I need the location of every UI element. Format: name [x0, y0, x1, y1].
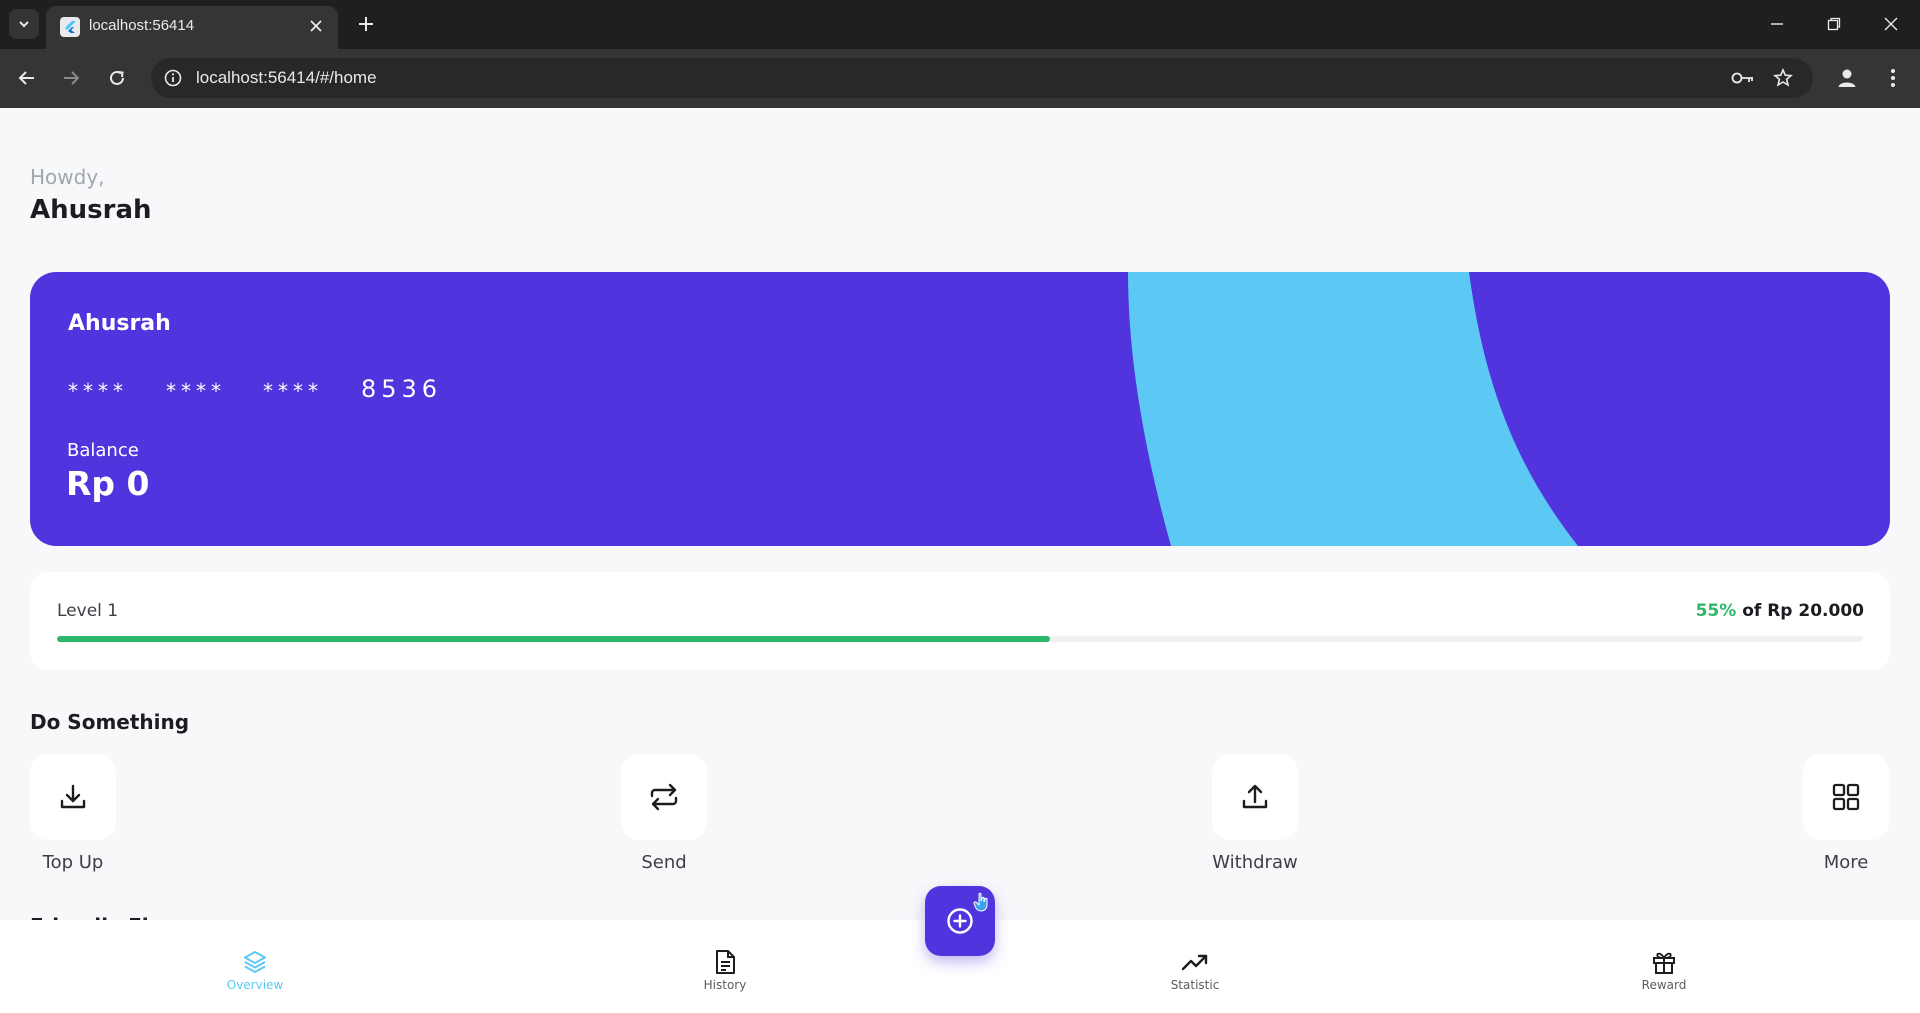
balance-label: Balance: [67, 440, 139, 461]
grid-icon: [1832, 783, 1860, 811]
reload-button[interactable]: [102, 63, 132, 93]
chevron-down-icon: [19, 21, 29, 28]
address-bar[interactable]: localhost:56414/#/home: [151, 58, 1813, 98]
more-button[interactable]: [1803, 754, 1889, 840]
tab-close-button[interactable]: [306, 16, 326, 36]
nav-reward[interactable]: Reward: [1594, 948, 1734, 992]
tab-title: localhost:56414: [89, 17, 195, 34]
top-up-action[interactable]: Top Up: [13, 754, 133, 873]
close-window-button[interactable]: [1876, 10, 1906, 38]
tab-search-button[interactable]: [9, 9, 39, 39]
top-up-button[interactable]: [30, 754, 116, 840]
site-info-icon[interactable]: [162, 67, 184, 89]
send-label: Send: [641, 852, 687, 873]
withdraw-button[interactable]: [1212, 754, 1298, 840]
browser-toolbar: localhost:56414/#/home: [0, 49, 1920, 108]
send-action[interactable]: Send: [604, 754, 724, 873]
new-tab-button[interactable]: [352, 10, 380, 38]
withdraw-label: Withdraw: [1212, 852, 1298, 873]
nav-history-label: History: [703, 978, 747, 992]
close-icon: [1884, 17, 1898, 31]
level-progress-track: [57, 636, 1863, 642]
arrow-left-icon: [18, 71, 34, 85]
level-percent: 55%: [1695, 601, 1737, 621]
layers-icon: [244, 951, 266, 973]
balance-amount: Rp 0: [66, 464, 150, 503]
forward-button[interactable]: [56, 63, 86, 93]
card-number-group: ****: [68, 379, 128, 403]
browser-tab[interactable]: localhost:56414: [46, 6, 338, 49]
card-number-group: ****: [263, 379, 323, 403]
nav-history[interactable]: History: [655, 948, 795, 992]
nav-statistic[interactable]: Statistic: [1125, 948, 1265, 992]
balance-card[interactable]: Ahusrah **** **** **** 8536 Balance Rp 0: [30, 272, 1890, 546]
nav-reward-label: Reward: [1641, 978, 1687, 992]
nav-statistic-label: Statistic: [1170, 978, 1220, 992]
profile-button[interactable]: [1832, 63, 1862, 93]
gift-icon: [1653, 952, 1675, 974]
restore-icon: [1827, 17, 1841, 31]
nav-overview-label: Overview: [226, 978, 284, 992]
transfer-icon: [650, 783, 678, 811]
level-target: 55% of Rp 20.000: [1696, 601, 1864, 621]
greeting-text: Howdy,: [30, 165, 105, 189]
upload-icon: [1242, 784, 1268, 809]
app-page: Howdy, Ahusrah Ahusrah **** **** **** 85…: [0, 108, 1920, 1013]
card-holder-name: Ahusrah: [68, 311, 171, 336]
back-button[interactable]: [12, 63, 42, 93]
card-number-last-digits: 8536: [361, 375, 443, 403]
minimize-button[interactable]: [1762, 10, 1792, 38]
account-icon: [1838, 69, 1856, 87]
user-name: Ahusrah: [30, 195, 152, 225]
document-icon: [716, 950, 735, 974]
more-label: More: [1823, 852, 1869, 873]
url-text[interactable]: localhost:56414/#/home: [196, 68, 377, 88]
do-something-title: Do Something: [30, 710, 190, 734]
nav-overview[interactable]: Overview: [185, 948, 325, 992]
card-number-group: ****: [166, 379, 226, 403]
plus-circle-icon: [947, 908, 973, 934]
plus-icon: [359, 17, 373, 31]
browser-menu-button[interactable]: [1878, 63, 1908, 93]
arrow-right-icon: [64, 71, 80, 85]
trending-up-icon: [1181, 954, 1208, 971]
minimize-icon: [1771, 23, 1783, 25]
flutter-favicon-icon: [60, 17, 80, 37]
close-icon: [310, 20, 322, 32]
reload-icon: [110, 70, 124, 85]
withdraw-action[interactable]: Withdraw: [1195, 754, 1315, 873]
send-button[interactable]: [621, 754, 707, 840]
card-decoration: [1128, 272, 1578, 546]
top-up-label: Top Up: [42, 852, 104, 873]
browser-tab-bar: localhost:56414: [0, 0, 1920, 49]
level-progress-card: Level 1 55% of Rp 20.000: [30, 572, 1890, 670]
level-progress-fill: [57, 636, 1051, 642]
restore-button[interactable]: [1819, 10, 1849, 38]
hand-cursor-icon: [973, 892, 988, 912]
bookmark-star-icon[interactable]: [1770, 66, 1796, 90]
level-label: Level 1: [57, 601, 119, 621]
password-key-icon[interactable]: [1730, 66, 1756, 90]
level-target-amount: of Rp 20.000: [1736, 601, 1864, 621]
more-vertical-icon: [1891, 69, 1895, 87]
download-icon: [60, 784, 86, 809]
more-action[interactable]: More: [1786, 754, 1906, 873]
